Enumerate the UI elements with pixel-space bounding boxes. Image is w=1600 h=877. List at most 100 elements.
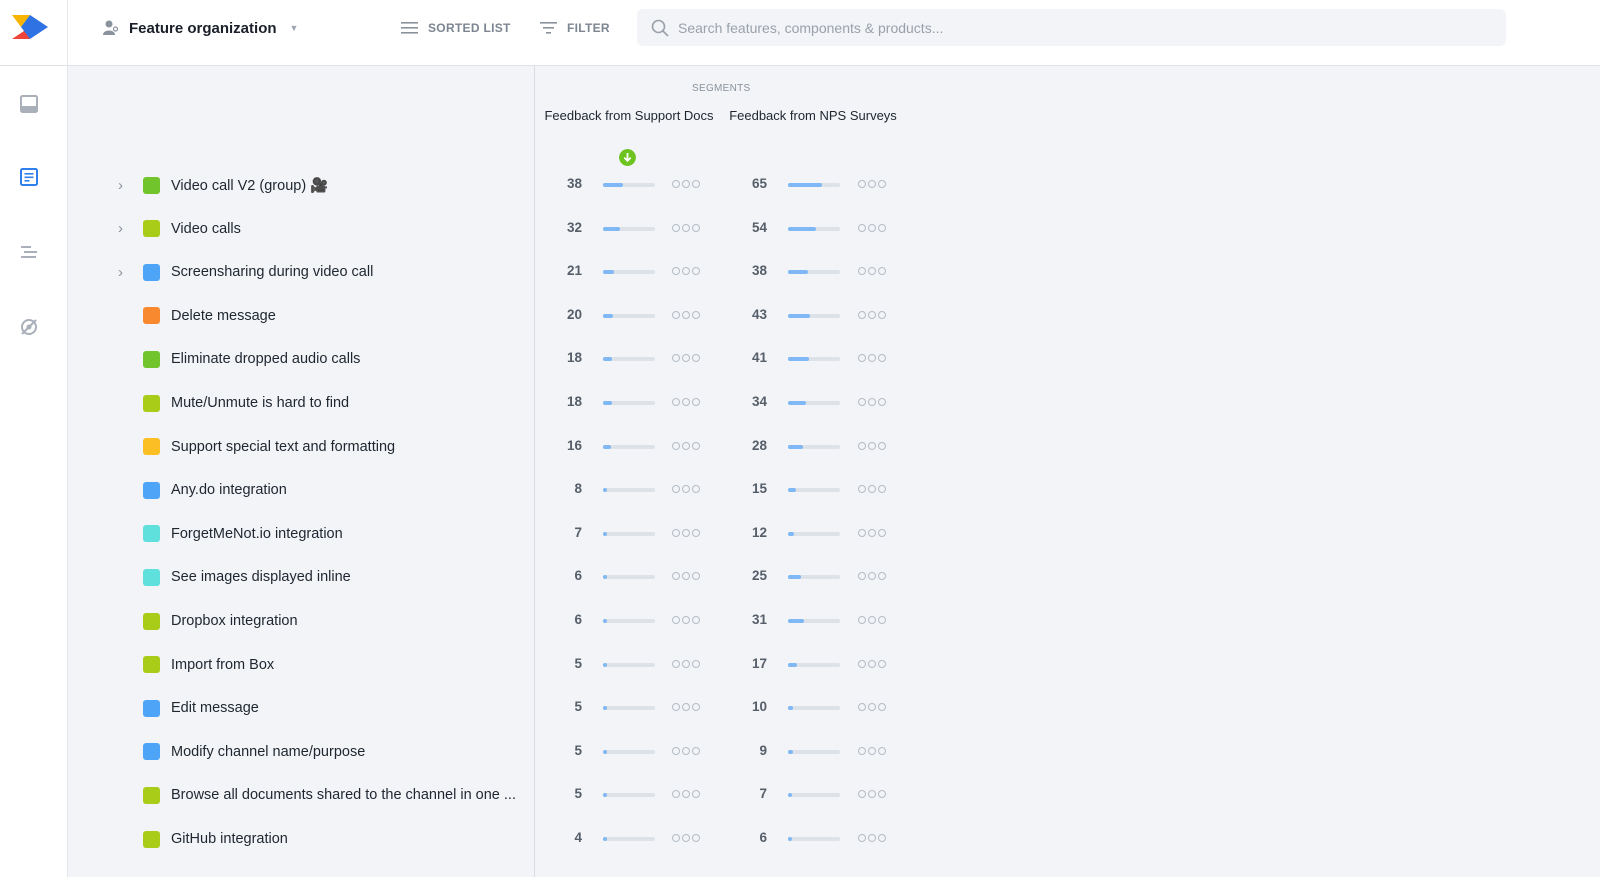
importance-dot[interactable] — [692, 354, 700, 363]
importance-dot[interactable] — [878, 528, 886, 537]
importance-dot[interactable] — [878, 703, 886, 712]
importance-rating[interactable] — [858, 223, 886, 232]
feature-row[interactable]: Any.do integration — [68, 478, 535, 502]
importance-dot[interactable] — [878, 267, 886, 276]
feature-row[interactable]: › Screensharing during video call — [68, 260, 535, 284]
feature-row[interactable]: Edit message — [68, 696, 535, 720]
importance-dot[interactable] — [858, 834, 866, 842]
feature-row[interactable]: Dropbox integration — [68, 609, 535, 633]
importance-dot[interactable] — [682, 485, 690, 494]
importance-dot[interactable] — [672, 223, 680, 232]
inbox-icon[interactable] — [19, 94, 39, 114]
importance-dot[interactable] — [878, 485, 886, 494]
importance-dot[interactable] — [868, 528, 876, 537]
importance-rating[interactable] — [672, 223, 700, 232]
chevron-right-icon[interactable]: › — [118, 264, 128, 281]
importance-dot[interactable] — [672, 354, 680, 363]
importance-dot[interactable] — [692, 223, 700, 232]
importance-dot[interactable] — [672, 180, 680, 188]
importance-dot[interactable] — [868, 223, 876, 232]
importance-rating[interactable] — [672, 790, 700, 799]
importance-dot[interactable] — [682, 528, 690, 537]
importance-dot[interactable] — [692, 528, 700, 537]
feature-row[interactable]: Delete message — [68, 304, 535, 328]
importance-dot[interactable] — [878, 746, 886, 755]
segment-header-nps-surveys[interactable]: Feedback from NPS Surveys — [728, 109, 898, 123]
importance-dot[interactable] — [858, 790, 866, 799]
importance-dot[interactable] — [692, 790, 700, 799]
importance-dot[interactable] — [868, 572, 876, 581]
importance-dot[interactable] — [878, 790, 886, 799]
filter-button[interactable]: FILTER — [540, 17, 610, 39]
importance-rating[interactable] — [858, 180, 886, 188]
importance-dot[interactable] — [878, 223, 886, 232]
importance-dot[interactable] — [672, 790, 680, 799]
importance-rating[interactable] — [672, 310, 700, 319]
importance-dot[interactable] — [682, 398, 690, 406]
importance-dot[interactable] — [672, 746, 680, 755]
importance-dot[interactable] — [868, 834, 876, 842]
importance-dot[interactable] — [682, 746, 690, 755]
importance-rating[interactable] — [858, 354, 886, 363]
importance-dot[interactable] — [858, 485, 866, 494]
importance-dot[interactable] — [868, 746, 876, 755]
importance-dot[interactable] — [682, 180, 690, 188]
importance-dot[interactable] — [682, 703, 690, 712]
sorted-list-button[interactable]: SORTED LIST — [401, 17, 511, 39]
segment-header-support-docs[interactable]: Feedback from Support Docs — [544, 109, 714, 123]
importance-dot[interactable] — [878, 834, 886, 842]
importance-dot[interactable] — [672, 659, 680, 668]
feature-row[interactable]: Import from Box — [68, 653, 535, 677]
importance-dot[interactable] — [692, 703, 700, 712]
importance-dot[interactable] — [682, 790, 690, 799]
importance-rating[interactable] — [858, 703, 886, 712]
importance-rating[interactable] — [672, 616, 700, 624]
importance-dot[interactable] — [868, 398, 876, 406]
importance-rating[interactable] — [858, 485, 886, 494]
importance-rating[interactable] — [858, 528, 886, 537]
importance-dot[interactable] — [858, 398, 866, 406]
importance-dot[interactable] — [672, 485, 680, 494]
importance-dot[interactable] — [692, 746, 700, 755]
feature-row[interactable]: Browse all documents shared to the chann… — [68, 783, 535, 807]
importance-dot[interactable] — [692, 310, 700, 319]
feature-row[interactable]: Modify channel name/purpose — [68, 740, 535, 764]
importance-rating[interactable] — [672, 703, 700, 712]
importance-dot[interactable] — [858, 659, 866, 668]
importance-dot[interactable] — [858, 703, 866, 712]
importance-dot[interactable] — [878, 441, 886, 450]
importance-rating[interactable] — [672, 180, 700, 188]
importance-dot[interactable] — [868, 485, 876, 494]
importance-rating[interactable] — [672, 267, 700, 276]
insights-icon[interactable] — [19, 317, 39, 337]
importance-dot[interactable] — [672, 528, 680, 537]
feature-row[interactable]: Eliminate dropped audio calls — [68, 347, 535, 371]
importance-rating[interactable] — [672, 834, 700, 842]
importance-dot[interactable] — [672, 616, 680, 624]
importance-dot[interactable] — [858, 572, 866, 581]
importance-dot[interactable] — [858, 441, 866, 450]
importance-rating[interactable] — [672, 659, 700, 668]
importance-dot[interactable] — [858, 267, 866, 276]
importance-dot[interactable] — [682, 310, 690, 319]
importance-dot[interactable] — [868, 441, 876, 450]
importance-dot[interactable] — [682, 572, 690, 581]
importance-rating[interactable] — [858, 659, 886, 668]
importance-dot[interactable] — [672, 398, 680, 406]
importance-dot[interactable] — [878, 572, 886, 581]
importance-rating[interactable] — [672, 746, 700, 755]
importance-dot[interactable] — [682, 223, 690, 232]
search-bar[interactable] — [637, 9, 1506, 46]
importance-dot[interactable] — [682, 616, 690, 624]
notes-icon[interactable] — [19, 167, 39, 187]
importance-dot[interactable] — [672, 267, 680, 276]
importance-rating[interactable] — [672, 572, 700, 581]
importance-dot[interactable] — [868, 310, 876, 319]
importance-dot[interactable] — [692, 398, 700, 406]
importance-rating[interactable] — [858, 746, 886, 755]
importance-rating[interactable] — [672, 485, 700, 494]
importance-dot[interactable] — [868, 659, 876, 668]
importance-dot[interactable] — [682, 659, 690, 668]
search-input[interactable] — [678, 19, 1478, 36]
importance-rating[interactable] — [672, 398, 700, 406]
